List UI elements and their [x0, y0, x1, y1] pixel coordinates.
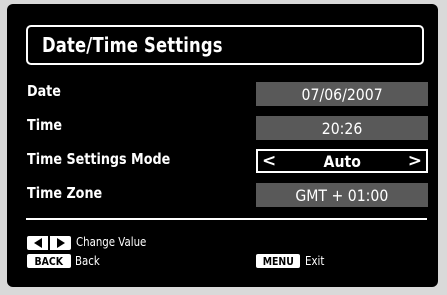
date-value: 07/06/2007 — [301, 84, 383, 104]
time-zone-value-field[interactable]: GMT + 01:00 — [256, 183, 428, 207]
time-label: Time — [27, 116, 63, 134]
left-right-keys-icon — [27, 236, 71, 250]
date-value-field[interactable]: 07/06/2007 — [256, 82, 428, 106]
divider — [26, 218, 427, 220]
page-title: Date/Time Settings — [42, 33, 223, 57]
title-bar: Date/Time Settings — [26, 25, 424, 65]
time-zone-value: GMT + 01:00 — [295, 185, 389, 205]
exit-hint: Exit — [305, 254, 325, 268]
change-value-hint: Change Value — [76, 235, 147, 249]
chevron-left-icon[interactable]: < — [262, 152, 276, 170]
time-zone-label: Time Zone — [27, 184, 103, 202]
time-value-field[interactable]: 20:26 — [256, 116, 428, 140]
left-key-icon — [27, 236, 48, 250]
menu-key-icon: MENU — [256, 254, 300, 268]
chevron-right-icon[interactable]: > — [408, 152, 422, 170]
menu-key-label: MENU — [262, 254, 294, 268]
time-settings-mode-label: Time Settings Mode — [27, 150, 171, 168]
back-key-icon: BACK — [27, 254, 71, 268]
time-settings-mode-selector[interactable]: < Auto > — [256, 149, 428, 173]
back-hint: Back — [75, 254, 100, 268]
time-settings-mode-value: Auto — [323, 151, 361, 171]
date-label: Date — [27, 82, 61, 100]
date-time-settings-panel: Date/Time Settings Date 07/06/2007 Time … — [7, 4, 438, 287]
back-key-label: BACK — [34, 254, 64, 268]
time-value: 20:26 — [321, 118, 363, 138]
right-key-icon — [48, 236, 71, 250]
